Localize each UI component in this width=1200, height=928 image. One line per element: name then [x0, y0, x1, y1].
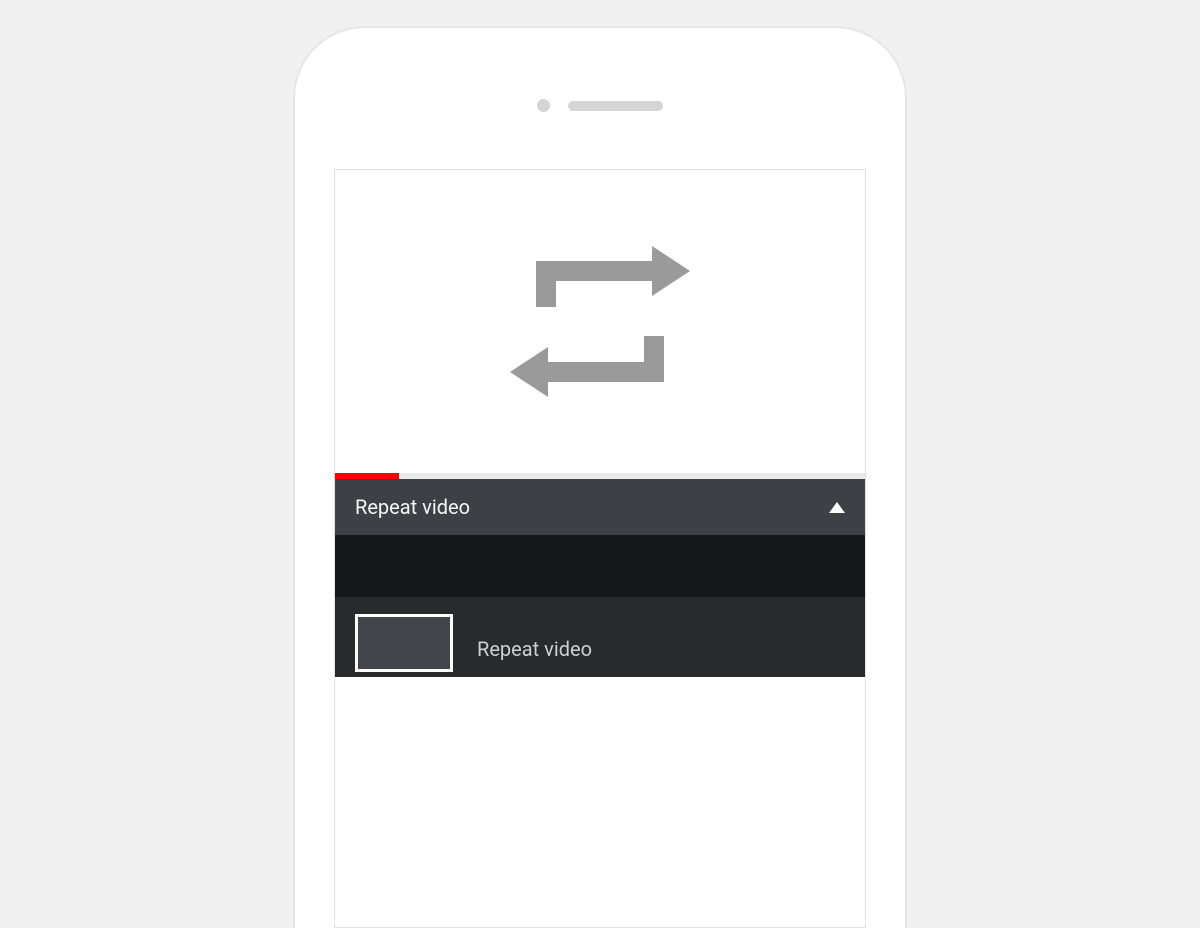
speaker-slot-icon: [568, 101, 663, 111]
video-progress-fill: [335, 473, 399, 479]
playlist-header-title: Repeat video: [355, 495, 470, 519]
camera-dot-icon: [537, 99, 550, 112]
phone-screen: Repeat video Repeat video: [334, 169, 866, 928]
phone-speaker-area: [298, 99, 902, 112]
phone-inner: Repeat video Repeat video: [298, 31, 902, 928]
video-thumbnail: [355, 614, 453, 672]
collapse-up-icon[interactable]: [829, 502, 845, 513]
video-player-area[interactable]: [335, 170, 865, 473]
playlist-item[interactable]: Repeat video: [335, 597, 865, 677]
playlist-item-label: Repeat video: [477, 637, 592, 661]
playlist-header[interactable]: Repeat video: [335, 479, 865, 535]
phone-frame: Repeat video Repeat video: [295, 28, 905, 928]
repeat-icon: [490, 234, 710, 409]
playlist-gap: [335, 535, 865, 597]
video-progress-bar[interactable]: [335, 473, 865, 479]
